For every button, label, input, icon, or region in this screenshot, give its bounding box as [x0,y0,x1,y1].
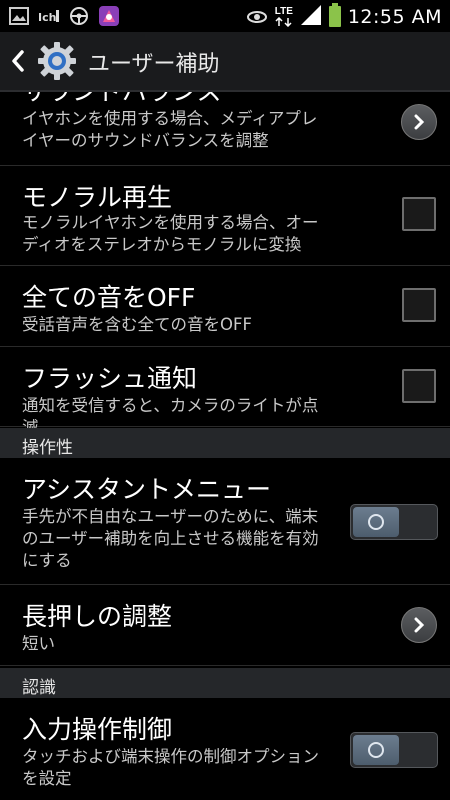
eye-icon [246,6,268,28]
settings-list: サウンドバランス イヤホンを使用する場合、メディアプレイヤーのサウンドバランスを… [0,92,450,800]
toggle-knob [353,507,399,537]
setting-title: 入力操作制御 [22,715,173,744]
setting-title: 全ての音をOFF [22,283,196,312]
all-sounds-off-checkbox[interactable] [402,288,436,322]
setting-subtitle: 手先が不自由なユーザーのために、端末のユーザー補助を向上させる機能を有効にする [22,507,319,570]
lte-icon: LTE [274,7,294,27]
chevron-right-icon[interactable] [401,607,437,643]
toggle-knob [353,735,399,765]
setting-subtitle: モノラルイヤホンを使用する場合、オーディオをステレオからモノラルに変換 [22,213,319,254]
section-label: 認識 [22,678,56,698]
setting-subtitle: タッチおよび端末操作の制御オプションを設定 [22,747,319,788]
interaction-control-toggle[interactable] [350,732,438,768]
signal-app-icon: Ich [38,5,60,27]
status-bar: Ich LTE 12:55 AM [0,0,450,32]
setting-subtitle: イヤホンを使用する場合、メディアプレイヤーのサウンドバランスを調整 [22,109,318,150]
setting-turn-off-all-sounds[interactable]: 全ての音をOFF 受話音声を含む全ての音をOFF [0,266,450,347]
picture-icon [8,5,30,27]
setting-title: モノラル再生 [22,183,173,212]
setting-title: アシスタントメニュー [22,475,272,504]
setting-title: 長押しの調整 [22,602,173,631]
settings-gear-icon[interactable] [36,40,78,86]
app-icon [98,5,120,27]
setting-mono-audio[interactable]: モノラル再生 モノラルイヤホンを使用する場合、オーディオをステレオからモノラルに… [0,166,450,266]
setting-tap-and-hold-delay[interactable]: 長押しの調整 短い [0,585,450,666]
setting-title: フラッシュ通知 [22,364,198,393]
setting-assistant-menu[interactable]: アシスタントメニュー 手先が不自由なユーザーのために、端末のユーザー補助を向上さ… [0,458,450,585]
svg-text:Ich: Ich [38,11,56,24]
steering-icon [68,5,90,27]
setting-subtitle: 短い [22,634,55,653]
setting-subtitle: 受話音声を含む全ての音をOFF [22,315,252,334]
status-time: 12:55 AM [347,6,442,28]
signal-bars-icon [300,4,322,30]
page-title: ユーザー補助 [88,52,220,77]
assistant-menu-toggle[interactable] [350,504,438,540]
mono-audio-checkbox[interactable] [402,197,436,231]
section-label: 操作性 [22,438,73,458]
setting-flash-notification[interactable]: フラッシュ通知 通知を受信すると、カメラのライトが点滅 [0,347,450,437]
battery-icon [328,3,342,31]
action-bar: ユーザー補助 [0,32,450,92]
chevron-right-icon[interactable] [401,104,437,140]
section-header-interaction: 操作性 [0,428,450,458]
setting-sound-balance[interactable]: サウンドバランス イヤホンを使用する場合、メディアプレイヤーのサウンドバランスを… [0,92,450,166]
setting-interaction-control[interactable]: 入力操作制御 タッチおよび端末操作の制御オプションを設定 [0,698,450,800]
flash-notification-checkbox[interactable] [402,369,436,403]
setting-title: サウンドバランス [22,92,222,108]
back-icon[interactable] [10,50,26,76]
section-header-recognition: 認識 [0,668,450,698]
